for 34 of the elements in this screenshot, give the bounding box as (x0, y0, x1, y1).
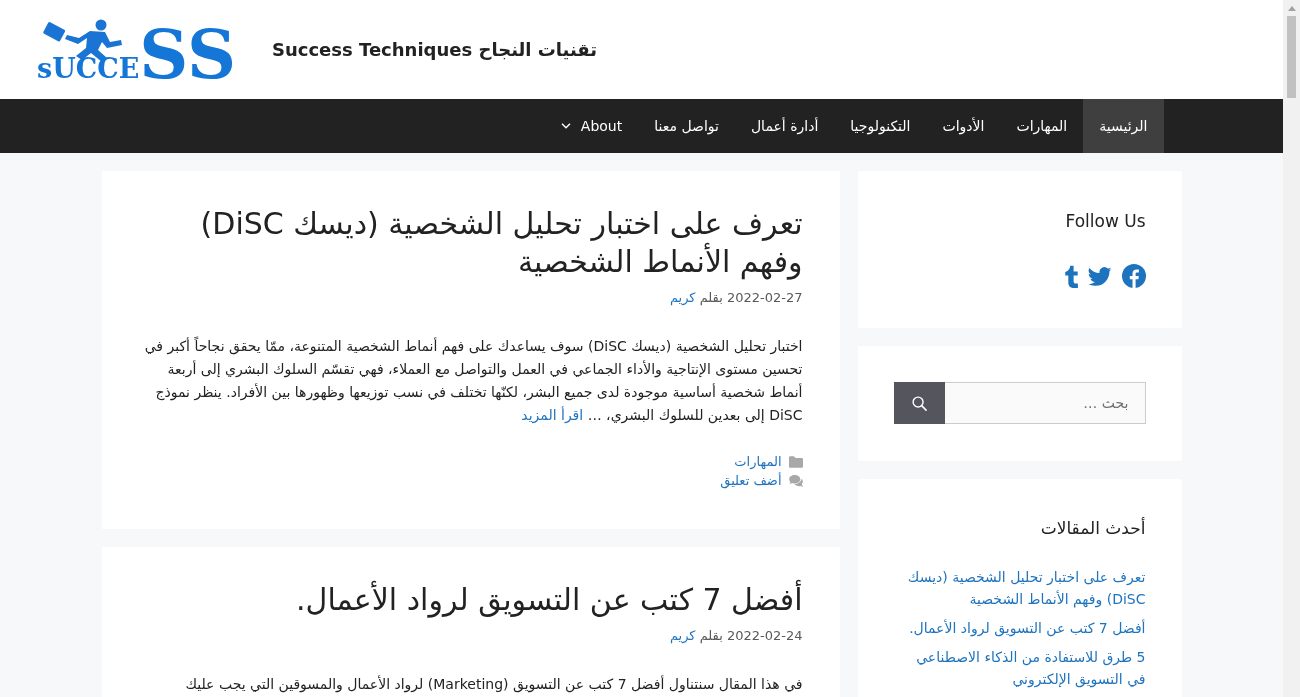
site-logo[interactable]: sUCCESS (35, 18, 258, 81)
recent-post-link[interactable]: تعرف على اختبار تحليل الشخصية (ديسك DiSC) وفهم الأنماط الشخصية (893, 566, 1146, 610)
nav-item[interactable]: About (544, 99, 639, 153)
nav-item[interactable]: المهارات (1000, 99, 1084, 153)
nav-item[interactable]: التكنولوجيا (834, 99, 927, 153)
twitter-icon[interactable] (1087, 266, 1112, 286)
nav-item[interactable]: أدارة أعمال (734, 99, 835, 153)
facebook-icon[interactable] (1121, 264, 1146, 288)
post-title[interactable]: أفضل 7 كتب عن التسويق لرواد الأعمال. (138, 581, 803, 619)
search-button[interactable] (893, 382, 945, 424)
widget-title: Follow Us (1064, 210, 1146, 233)
read-more-link[interactable]: اقرأ المزيد (521, 407, 584, 423)
post-title[interactable]: تعرف على اختبار تحليل الشخصية (ديسك DiSC) وفهم الأنماط الشخصية (138, 205, 803, 281)
author-link[interactable]: كريم (669, 290, 696, 305)
author-link[interactable]: كريم (669, 628, 696, 643)
search-icon (911, 395, 927, 411)
post-meta: 2022-02-24 بقلم كريم (668, 627, 803, 645)
search-field[interactable]: بحث … (944, 382, 1146, 424)
scrollbar-thumb[interactable] (1287, 16, 1296, 98)
category-link[interactable]: المهارات (734, 452, 782, 471)
nav-item[interactable]: الأدوات (926, 99, 1001, 153)
post-excerpt: اختبار تحليل الشخصية (ديسك DiSC) سوف يساعدك على فهم أنماط الشخصية المتنوعة، ممّا يحقق نجاحاً أكبر في تحسين مستوى الإنتاجية والأداء الجماعي في العمل والتواصل مع العملاء، فهي تقسّم السلوك البشري إلى أربعة أنماط شخصية أساسية موجودة لدى جميع البشر، لكنّها تختلف في نسب توزيعها وظهورها بين الأفراد. ينظر نموذج DiSC إلى بعدين للسلوك البشري، … اقرأ المزيد (143, 335, 803, 426)
nav-item[interactable]: الرئيسية (1083, 99, 1164, 153)
speech-bubbles-icon (788, 474, 803, 487)
post-excerpt: في هذا المقال سنتناول أفضل 7 كتب عن التسويق (Marketing) لرواد الأعمال والمسوقين التي يجب عليك (184, 674, 803, 695)
site-title[interactable]: تقنيات النجاح Success Techniques (272, 39, 597, 60)
recent-post-link[interactable]: 5 طرق للاستفادة من الذكاء الاصطناعي في التسويق الإلكتروني (893, 646, 1146, 690)
widget-title: أحدث المقالات (1039, 516, 1146, 540)
folder-icon (788, 455, 803, 468)
nav-item[interactable]: تواصل معنا (638, 99, 735, 153)
comment-link[interactable]: أضف تعليق (720, 471, 782, 490)
tumblr-icon[interactable] (1063, 264, 1078, 288)
post-meta: 2022-02-27 بقلم كريم (668, 289, 803, 307)
recent-post-link[interactable]: أفضل 7 كتب عن التسويق لرواد الأعمال. (893, 617, 1146, 639)
